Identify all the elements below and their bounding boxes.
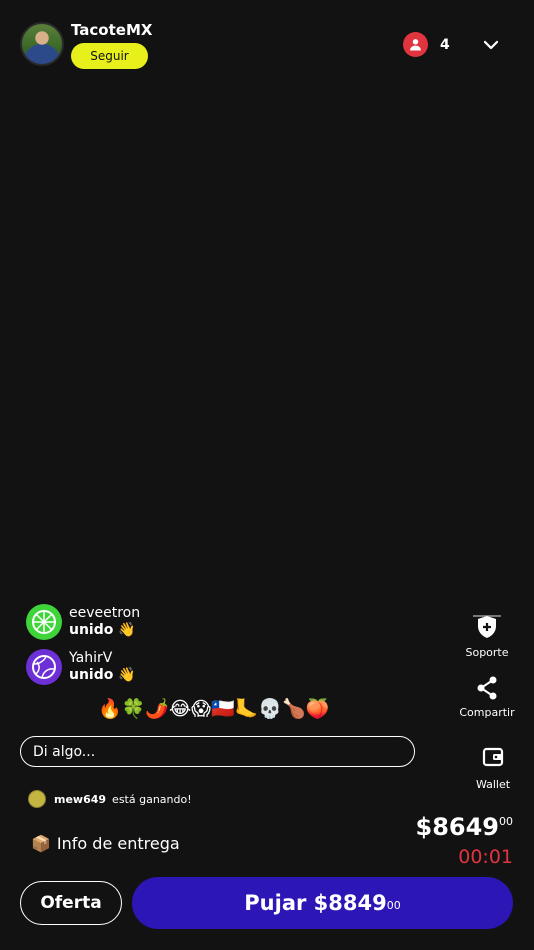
- price-amount: $8649: [415, 813, 500, 841]
- person-icon: [410, 39, 421, 51]
- chat-user-status: unido 👋: [69, 622, 136, 638]
- price-cents: 00: [499, 815, 513, 828]
- delivery-info-label: Info de entrega: [56, 834, 180, 853]
- follow-button[interactable]: Seguir: [71, 43, 148, 69]
- chat-user-name[interactable]: YahirV: [69, 650, 136, 667]
- winner-name[interactable]: mew649: [54, 793, 106, 806]
- ball-icon: [32, 655, 56, 679]
- viewer-icon: [403, 32, 428, 57]
- share-label: Compartir: [459, 706, 515, 719]
- streamer-avatar[interactable]: [20, 22, 64, 66]
- wallet-label: Wallet: [475, 778, 511, 791]
- delivery-info-link[interactable]: 📦 Info de entrega: [31, 834, 180, 853]
- wallet-icon: [482, 747, 504, 767]
- chat-event: eeveetron unido 👋: [26, 604, 140, 640]
- winner-avatar: [28, 790, 46, 808]
- chat-user-status: unido 👋: [69, 667, 136, 683]
- chat-input[interactable]: [20, 736, 415, 767]
- share-button[interactable]: Compartir: [452, 676, 522, 719]
- user-avatar: [26, 649, 62, 685]
- viewer-count: 4: [440, 37, 450, 53]
- chat-event: YahirV unido 👋: [26, 649, 136, 685]
- bid-button[interactable]: Pujar $8849 00: [132, 877, 513, 929]
- chat-user-name[interactable]: eeveetron: [69, 605, 140, 622]
- winner-status-text: está ganando!: [112, 792, 192, 806]
- shield-plus-icon: [473, 615, 501, 638]
- package-icon: 📦: [31, 834, 51, 853]
- user-avatar: [26, 604, 62, 640]
- support-label: Soporte: [465, 646, 509, 659]
- support-button[interactable]: Soporte: [452, 614, 522, 659]
- wallet-button[interactable]: Wallet: [458, 746, 528, 791]
- bid-cents: 00: [386, 898, 401, 912]
- streamer-username[interactable]: TacoteMX: [71, 21, 152, 39]
- chevron-down-icon[interactable]: [482, 36, 500, 54]
- pokeball-icon: [32, 610, 56, 634]
- share-icon: [477, 676, 497, 700]
- offer-button[interactable]: Oferta: [20, 881, 122, 925]
- emoji-reactions-bar[interactable]: 🔥🍀🌶️😂😱🇨🇱🦶💀🍗🍑: [98, 697, 329, 720]
- auction-timer: 00:01: [458, 846, 513, 868]
- winning-bidder: mew649 está ganando!: [28, 790, 192, 808]
- current-price: $864900: [416, 813, 514, 841]
- bid-label: Pujar $8849: [244, 891, 387, 915]
